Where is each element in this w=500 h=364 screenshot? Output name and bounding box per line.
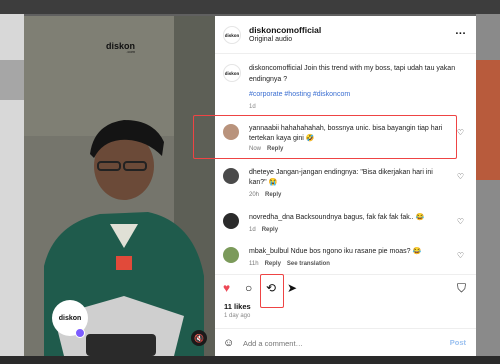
- comment-meta: 11h Reply See translation: [249, 261, 330, 267]
- reply-button[interactable]: Reply: [265, 192, 281, 198]
- author-username[interactable]: diskoncomofficial: [249, 25, 321, 35]
- avatar-text: diskon: [224, 70, 240, 76]
- avatar-text: diskon: [224, 32, 240, 38]
- likes-count[interactable]: 11 likes: [224, 302, 251, 311]
- comment-icon[interactable]: ○: [245, 281, 252, 295]
- comment-meta: 1d Reply: [249, 227, 278, 233]
- reply-button[interactable]: Reply: [267, 146, 283, 152]
- post-video[interactable]: diskon .com diskon 🔇: [24, 16, 215, 356]
- caption-time: 1d: [249, 104, 256, 110]
- see-translation-link[interactable]: See translation: [287, 261, 330, 267]
- comment-avatar[interactable]: [223, 247, 239, 263]
- author-avatar[interactable]: diskon: [223, 26, 241, 44]
- comment-text: mbak_bulbul Ndue bos ngono iku rasane pi…: [249, 248, 422, 255]
- like-heart-icon[interactable]: ♥: [223, 281, 230, 295]
- caption-text: diskoncomofficial Join this trend with m…: [249, 65, 456, 83]
- post-age: 1 day ago: [224, 313, 251, 319]
- more-options-icon[interactable]: ...: [455, 25, 466, 37]
- badge-dot: [75, 328, 85, 338]
- comment-avatar[interactable]: [223, 124, 239, 140]
- heart-icon[interactable]: ♡: [457, 172, 464, 181]
- heart-icon[interactable]: ♡: [457, 251, 464, 260]
- comment-input[interactable]: [243, 336, 433, 350]
- comment-avatar[interactable]: [223, 213, 239, 229]
- video-brand-logo: diskon .com: [106, 41, 135, 54]
- comment-time: 11h: [249, 261, 259, 267]
- reply-button[interactable]: Reply: [262, 227, 278, 233]
- add-comment-bar: ☺ Post: [215, 328, 476, 356]
- emoji-icon[interactable]: ☺: [223, 337, 234, 349]
- save-bookmark-icon[interactable]: ⛉: [457, 281, 466, 296]
- heart-icon[interactable]: ♡: [457, 217, 464, 226]
- video-avatar-badge: diskon: [52, 300, 88, 338]
- backdrop-strip: [0, 0, 500, 14]
- action-bar: ♥ ○ ⟲ ➤ ⛉: [215, 274, 476, 298]
- heart-icon[interactable]: ♡: [457, 128, 464, 137]
- comment-time: 20h: [249, 192, 260, 198]
- backdrop-strip: [0, 356, 500, 364]
- comment-text: novredha_dna Backsoundnya bagus, fak fak…: [249, 214, 425, 221]
- reply-button[interactable]: Reply: [265, 261, 281, 267]
- speaker-mute-icon[interactable]: 🔇: [191, 330, 207, 346]
- backdrop-strip: [476, 60, 500, 180]
- post-header: diskon diskoncomofficial Original audio …: [215, 16, 476, 54]
- audio-label[interactable]: Original audio: [249, 36, 292, 43]
- comment-avatar[interactable]: [223, 168, 239, 184]
- comment-time: 1d: [249, 227, 256, 233]
- comment-meta: Now Reply: [249, 146, 283, 152]
- video-frame: [24, 16, 215, 356]
- repost-icon[interactable]: ⟲: [266, 281, 276, 295]
- badge-text: diskon: [58, 314, 82, 322]
- share-icon[interactable]: ➤: [287, 281, 297, 295]
- post-modal: diskon .com diskon 🔇 diskon diskoncomoff…: [24, 16, 476, 356]
- comment-time: Now: [249, 146, 262, 152]
- post-sidebar: diskon diskoncomofficial Original audio …: [215, 16, 476, 356]
- post-button[interactable]: Post: [450, 338, 466, 347]
- comment-text: dheteye Jangan-jangan endingnya: "Bisa d…: [249, 169, 433, 186]
- caption-avatar[interactable]: diskon: [223, 64, 241, 82]
- backdrop-strip: [0, 60, 24, 100]
- comment-meta: 20h Reply: [249, 192, 281, 198]
- comment-text: yannaabii hahahahahah, bossnya unic. bis…: [249, 125, 443, 142]
- caption-hashtags[interactable]: #corporate #hosting #diskoncom: [249, 91, 350, 98]
